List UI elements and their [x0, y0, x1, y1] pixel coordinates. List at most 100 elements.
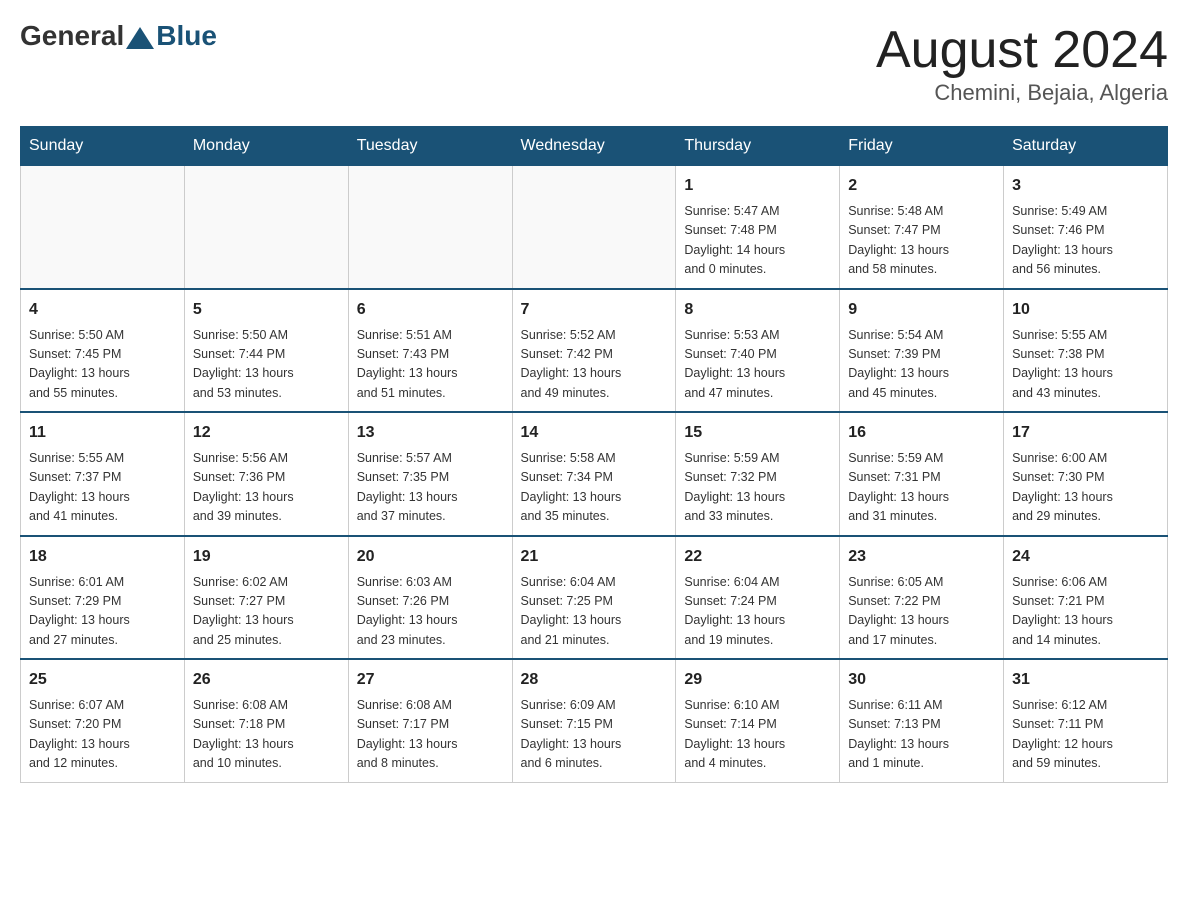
day-number: 22	[684, 545, 831, 569]
calendar-cell: 1 Sunrise: 5:47 AMSunset: 7:48 PMDaylight…	[676, 166, 840, 289]
day-number: 8	[684, 298, 831, 322]
day-number: 1	[684, 174, 831, 198]
day-info: Sunrise: 6:11 AMSunset: 7:13 PMDaylight:…	[848, 696, 995, 774]
day-info: Sunrise: 5:51 AMSunset: 7:43 PMDaylight:…	[357, 326, 504, 404]
day-info: Sunrise: 6:04 AMSunset: 7:25 PMDaylight:…	[521, 573, 668, 651]
calendar-cell: 17Sunrise: 6:00 AMSunset: 7:30 PMDayligh…	[1004, 412, 1168, 536]
calendar-cell	[512, 166, 676, 289]
weekday-header-thursday: Thursday	[676, 127, 840, 166]
day-info: Sunrise: 5:59 AMSunset: 7:32 PMDaylight:…	[684, 449, 831, 527]
calendar-cell: 13Sunrise: 5:57 AMSunset: 7:35 PMDayligh…	[348, 412, 512, 536]
day-info: Sunrise: 6:03 AMSunset: 7:26 PMDaylight:…	[357, 573, 504, 651]
day-number: 21	[521, 545, 668, 569]
day-number: 4	[29, 298, 176, 322]
calendar-cell: 14 Sunrise: 5:58 AMSunset: 7:34 PMDayligh…	[512, 412, 676, 536]
day-number: 18	[29, 545, 176, 569]
day-info: Sunrise: 5:56 AMSunset: 7:36 PMDaylight:…	[193, 449, 340, 527]
day-info: Sunrise: 6:04 AMSunset: 7:24 PMDaylight:…	[684, 573, 831, 651]
day-info: Sunrise: 5:50 AMSunset: 7:44 PMDaylight:…	[193, 326, 340, 404]
day-number: 28	[521, 668, 668, 692]
calendar-cell: 11 Sunrise: 5:55 AMSunset: 7:37 PMDayligh…	[21, 412, 185, 536]
day-info: Sunrise: 5:52 AMSunset: 7:42 PMDaylight:…	[521, 326, 668, 404]
day-number: 27	[357, 668, 504, 692]
day-info: Sunrise: 6:02 AMSunset: 7:27 PMDaylight:…	[193, 573, 340, 651]
calendar-header-row: SundayMondayTuesdayWednesdayThursdayFrid…	[21, 127, 1168, 166]
day-info: Sunrise: 5:55 AMSunset: 7:38 PMDaylight:…	[1012, 326, 1159, 404]
day-info: Sunrise: 6:10 AMSunset: 7:14 PMDaylight:…	[684, 696, 831, 774]
day-number: 23	[848, 545, 995, 569]
calendar-cell: 4Sunrise: 5:50 AMSunset: 7:45 PMDaylight…	[21, 289, 185, 413]
calendar-week-row: 18 Sunrise: 6:01 AMSunset: 7:29 PMDayligh…	[21, 536, 1168, 660]
day-info: Sunrise: 6:09 AMSunset: 7:15 PMDaylight:…	[521, 696, 668, 774]
calendar-cell: 10 Sunrise: 5:55 AMSunset: 7:38 PMDayligh…	[1004, 289, 1168, 413]
page-header: General Blue August 2024 Chemini, Bejaia…	[20, 20, 1168, 106]
day-number: 15	[684, 421, 831, 445]
calendar-cell: 28 Sunrise: 6:09 AMSunset: 7:15 PMDayligh…	[512, 659, 676, 782]
day-number: 24	[1012, 545, 1159, 569]
day-info: Sunrise: 6:00 AMSunset: 7:30 PMDaylight:…	[1012, 449, 1159, 527]
calendar-week-row: 4Sunrise: 5:50 AMSunset: 7:45 PMDaylight…	[21, 289, 1168, 413]
calendar-cell	[184, 166, 348, 289]
calendar-week-row: 25Sunrise: 6:07 AMSunset: 7:20 PMDayligh…	[21, 659, 1168, 782]
weekday-header-saturday: Saturday	[1004, 127, 1168, 166]
day-number: 26	[193, 668, 340, 692]
day-info: Sunrise: 5:48 AMSunset: 7:47 PMDaylight:…	[848, 202, 995, 280]
weekday-header-sunday: Sunday	[21, 127, 185, 166]
day-info: Sunrise: 5:59 AMSunset: 7:31 PMDaylight:…	[848, 449, 995, 527]
calendar-cell: 2 Sunrise: 5:48 AMSunset: 7:47 PMDaylight…	[840, 166, 1004, 289]
calendar-cell: 3Sunrise: 5:49 AMSunset: 7:46 PMDaylight…	[1004, 166, 1168, 289]
day-number: 10	[1012, 298, 1159, 322]
day-number: 3	[1012, 174, 1159, 198]
calendar-cell: 16 Sunrise: 5:59 AMSunset: 7:31 PMDayligh…	[840, 412, 1004, 536]
weekday-header-monday: Monday	[184, 127, 348, 166]
calendar-cell: 30Sunrise: 6:11 AMSunset: 7:13 PMDayligh…	[840, 659, 1004, 782]
logo-general-text: General	[20, 20, 124, 52]
day-info: Sunrise: 6:06 AMSunset: 7:21 PMDaylight:…	[1012, 573, 1159, 651]
calendar-cell: 29 Sunrise: 6:10 AMSunset: 7:14 PMDayligh…	[676, 659, 840, 782]
calendar-cell: 22 Sunrise: 6:04 AMSunset: 7:24 PMDayligh…	[676, 536, 840, 660]
calendar-cell: 27 Sunrise: 6:08 AMSunset: 7:17 PMDayligh…	[348, 659, 512, 782]
calendar-cell: 9 Sunrise: 5:54 AMSunset: 7:39 PMDaylight…	[840, 289, 1004, 413]
day-number: 14	[521, 421, 668, 445]
calendar-cell: 31Sunrise: 6:12 AMSunset: 7:11 PMDayligh…	[1004, 659, 1168, 782]
day-info: Sunrise: 5:55 AMSunset: 7:37 PMDaylight:…	[29, 449, 176, 527]
day-info: Sunrise: 6:08 AMSunset: 7:17 PMDaylight:…	[357, 696, 504, 774]
weekday-header-wednesday: Wednesday	[512, 127, 676, 166]
day-info: Sunrise: 5:53 AMSunset: 7:40 PMDaylight:…	[684, 326, 831, 404]
calendar-cell: 8 Sunrise: 5:53 AMSunset: 7:40 PMDaylight…	[676, 289, 840, 413]
day-number: 12	[193, 421, 340, 445]
day-info: Sunrise: 5:47 AMSunset: 7:48 PMDaylight:…	[684, 202, 831, 280]
title-block: August 2024 Chemini, Bejaia, Algeria	[876, 20, 1168, 106]
day-number: 29	[684, 668, 831, 692]
logo-triangle-icon	[126, 27, 154, 49]
day-number: 5	[193, 298, 340, 322]
weekday-header-tuesday: Tuesday	[348, 127, 512, 166]
calendar-cell: 12 Sunrise: 5:56 AMSunset: 7:36 PMDayligh…	[184, 412, 348, 536]
day-info: Sunrise: 6:01 AMSunset: 7:29 PMDaylight:…	[29, 573, 176, 651]
main-title: August 2024	[876, 20, 1168, 80]
day-number: 20	[357, 545, 504, 569]
calendar-cell: 7Sunrise: 5:52 AMSunset: 7:42 PMDaylight…	[512, 289, 676, 413]
calendar-cell	[21, 166, 185, 289]
calendar-cell: 15 Sunrise: 5:59 AMSunset: 7:32 PMDayligh…	[676, 412, 840, 536]
calendar-week-row: 1 Sunrise: 5:47 AMSunset: 7:48 PMDaylight…	[21, 166, 1168, 289]
day-info: Sunrise: 5:54 AMSunset: 7:39 PMDaylight:…	[848, 326, 995, 404]
calendar-cell: 23 Sunrise: 6:05 AMSunset: 7:22 PMDayligh…	[840, 536, 1004, 660]
day-number: 2	[848, 174, 995, 198]
day-number: 16	[848, 421, 995, 445]
day-number: 6	[357, 298, 504, 322]
logo-blue-text: Blue	[156, 20, 217, 52]
day-info: Sunrise: 5:57 AMSunset: 7:35 PMDaylight:…	[357, 449, 504, 527]
day-number: 11	[29, 421, 176, 445]
calendar-cell: 21 Sunrise: 6:04 AMSunset: 7:25 PMDayligh…	[512, 536, 676, 660]
day-number: 9	[848, 298, 995, 322]
logo: General Blue	[20, 20, 217, 52]
calendar-cell: 24 Sunrise: 6:06 AMSunset: 7:21 PMDayligh…	[1004, 536, 1168, 660]
day-info: Sunrise: 5:58 AMSunset: 7:34 PMDaylight:…	[521, 449, 668, 527]
day-number: 19	[193, 545, 340, 569]
day-info: Sunrise: 6:05 AMSunset: 7:22 PMDaylight:…	[848, 573, 995, 651]
calendar-week-row: 11 Sunrise: 5:55 AMSunset: 7:37 PMDayligh…	[21, 412, 1168, 536]
calendar-table: SundayMondayTuesdayWednesdayThursdayFrid…	[20, 126, 1168, 783]
calendar-cell: 26Sunrise: 6:08 AMSunset: 7:18 PMDayligh…	[184, 659, 348, 782]
location-subtitle: Chemini, Bejaia, Algeria	[876, 80, 1168, 106]
